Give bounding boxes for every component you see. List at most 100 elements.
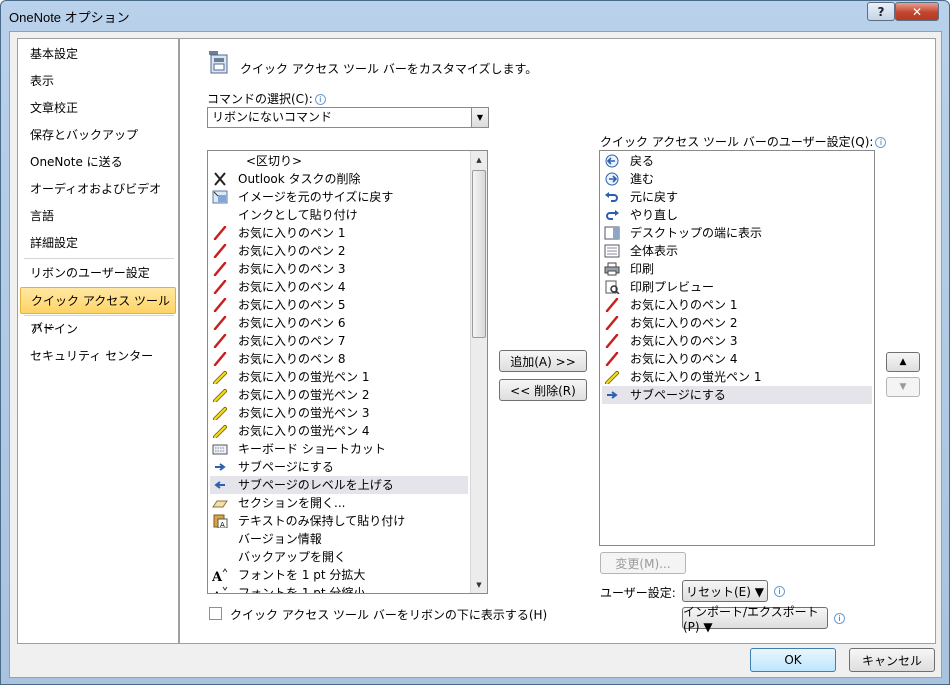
sidebar-item-addins[interactable]: アドイン	[20, 316, 176, 343]
remove-button[interactable]: << 削除(R)	[499, 379, 587, 401]
import-export-button[interactable]: インポート/エクスポート(P) ▼	[682, 605, 828, 634]
list-item-label: フォントを 1 pt 分拡大	[238, 568, 366, 582]
list-item[interactable]: 全体表示	[602, 242, 872, 260]
list-item-label: お気に入りのペン 3	[238, 262, 346, 276]
back-icon	[604, 154, 620, 168]
chevron-down-icon[interactable]: ▼	[471, 108, 488, 127]
list-item[interactable]: お気に入りのペン 3	[210, 260, 468, 278]
list-item[interactable]: お気に入りのペン 1	[210, 224, 468, 242]
arrow-right-icon	[212, 460, 228, 474]
sidebar-item-proofing[interactable]: 文章校正	[20, 95, 176, 122]
list-item[interactable]: お気に入りのペン 4	[602, 350, 872, 368]
svg-text:A: A	[212, 591, 221, 594]
list-item[interactable]: お気に入りのペン 6	[210, 314, 468, 332]
sidebar-item-general[interactable]: 基本設定	[20, 41, 176, 68]
paste-text-icon: A	[212, 514, 228, 529]
list-item[interactable]: お気に入りのペン 1	[602, 296, 872, 314]
list-item[interactable]: バックアップを開く	[210, 548, 468, 566]
list-item-label: 全体表示	[630, 244, 679, 258]
list-item-label: お気に入りのペン 5	[238, 298, 346, 312]
list-item[interactable]: サブページにする	[602, 386, 872, 404]
list-item[interactable]: A フォントを 1 pt 分縮小	[210, 584, 468, 594]
info-icon: i	[774, 586, 785, 597]
list-item[interactable]: お気に入りの蛍光ペン 3	[210, 404, 468, 422]
list-item[interactable]: キーボード ショートカット	[210, 440, 468, 458]
sidebar-item-language[interactable]: 言語	[20, 203, 176, 230]
sidebar-item-quick-access-toolbar[interactable]: クイック アクセス ツール バー	[20, 287, 176, 335]
scroll-down-icon[interactable]: ▼	[471, 576, 487, 593]
sidebar-item-customize-ribbon[interactable]: リボンのユーザー設定	[20, 260, 176, 287]
cancel-button[interactable]: キャンセル	[849, 648, 935, 672]
arrow-right-icon	[604, 388, 620, 402]
list-item[interactable]: <区切り>	[210, 152, 468, 170]
list-item-label: キーボード ショートカット	[238, 442, 386, 456]
list-item[interactable]: セクションを開く...	[210, 494, 468, 512]
scroll-thumb[interactable]	[472, 170, 486, 338]
scroll-up-icon[interactable]: ▲	[471, 151, 487, 168]
print-preview-icon	[604, 280, 620, 295]
sidebar-item-advanced[interactable]: 詳細設定	[20, 230, 176, 257]
qat-commands-list[interactable]: 戻る 進む 元に戻す やり直し デスクトップの端に表示 全体表示 印刷 印刷プレビュー お気に入…	[599, 150, 875, 546]
forward-icon	[604, 172, 620, 186]
list-item-label: お気に入りの蛍光ペン 3	[238, 406, 370, 420]
list-item-label: 元に戻す	[630, 190, 679, 204]
list-item[interactable]: 印刷プレビュー	[602, 278, 872, 296]
list-item-label: サブページにする	[630, 388, 726, 402]
list-item-label: イメージを元のサイズに戻す	[238, 190, 394, 204]
list-item-label: お気に入りのペン 3	[630, 334, 738, 348]
list-item-label: セクションを開く...	[238, 496, 346, 510]
list-item[interactable]: お気に入りのペン 7	[210, 332, 468, 350]
list-item[interactable]: お気に入りのペン 5	[210, 296, 468, 314]
list-item[interactable]: お気に入りの蛍光ペン 1	[210, 368, 468, 386]
add-button[interactable]: 追加(A) >>	[499, 350, 587, 372]
list-item[interactable]: やり直し	[602, 206, 872, 224]
command-source-select[interactable]: リボンにないコマンド ▼	[207, 107, 489, 128]
list-item[interactable]: お気に入りのペン 2	[210, 242, 468, 260]
dock-desktop-icon	[604, 226, 620, 240]
list-item[interactable]: お気に入りのペン 3	[602, 332, 872, 350]
sidebar-item-audio-video[interactable]: オーディオおよびビデオ	[20, 176, 176, 203]
list-item[interactable]: サブページのレベルを上げる	[210, 476, 468, 494]
available-commands-list[interactable]: <区切り> Outlook タスクの削除イメージを元のサイズに戻すインクとして貼り…	[207, 150, 488, 594]
list-item-label: お気に入りの蛍光ペン 1	[238, 370, 370, 384]
font-shrink-icon: A	[212, 586, 228, 594]
list-item-label: デスクトップの端に表示	[630, 226, 763, 240]
list-item[interactable]: お気に入りの蛍光ペン 4	[210, 422, 468, 440]
close-button[interactable]: ✕	[895, 2, 939, 21]
command-source-label-row: コマンドの選択(C): i	[207, 90, 326, 107]
list-item-label: お気に入りのペン 8	[238, 352, 346, 366]
ok-button[interactable]: OK	[750, 648, 836, 672]
list-item[interactable]: 元に戻す	[602, 188, 872, 206]
list-item[interactable]: バージョン情報	[210, 530, 468, 548]
red-pen-icon	[212, 351, 228, 367]
sidebar-item-save-backup[interactable]: 保存とバックアップ	[20, 122, 176, 149]
move-down-button[interactable]: ▼	[886, 377, 920, 397]
list-item[interactable]: お気に入りの蛍光ペン 2	[210, 386, 468, 404]
list-item[interactable]: A テキストのみ保持して貼り付け	[210, 512, 468, 530]
move-up-button[interactable]: ▲	[886, 352, 920, 372]
list-item[interactable]: デスクトップの端に表示	[602, 224, 872, 242]
list-item[interactable]: お気に入りのペン 2	[602, 314, 872, 332]
sidebar-item-trust-center[interactable]: セキュリティ センター	[20, 343, 176, 370]
list-item[interactable]: 戻る	[602, 152, 872, 170]
list-item[interactable]: 進む	[602, 170, 872, 188]
list-item[interactable]: A フォントを 1 pt 分拡大	[210, 566, 468, 585]
list-item[interactable]: お気に入りの蛍光ペン 1	[602, 368, 872, 386]
sidebar-item-send-to-onenote[interactable]: OneNote に送る	[20, 149, 176, 176]
list-item[interactable]: お気に入りのペン 8	[210, 350, 468, 368]
list-item[interactable]: お気に入りのペン 4	[210, 278, 468, 296]
print-icon	[604, 262, 620, 276]
red-pen-icon	[604, 351, 620, 367]
help-button[interactable]: ?	[867, 2, 895, 21]
list-item[interactable]: イメージを元のサイズに戻す	[210, 188, 468, 206]
list-item[interactable]: 印刷	[602, 260, 872, 278]
sidebar-item-display[interactable]: 表示	[20, 68, 176, 95]
modify-button[interactable]: 変更(M)...	[600, 552, 686, 574]
list-item[interactable]: インクとして貼り付け	[210, 206, 468, 224]
available-commands-scrollbar[interactable]: ▲ ▼	[470, 151, 487, 593]
show-below-ribbon-checkbox[interactable]	[209, 607, 222, 620]
reset-button[interactable]: リセット(E) ▼	[682, 580, 768, 602]
list-item[interactable]: Outlook タスクの削除	[210, 170, 468, 188]
section-open-icon	[212, 496, 228, 510]
list-item[interactable]: サブページにする	[210, 458, 468, 476]
